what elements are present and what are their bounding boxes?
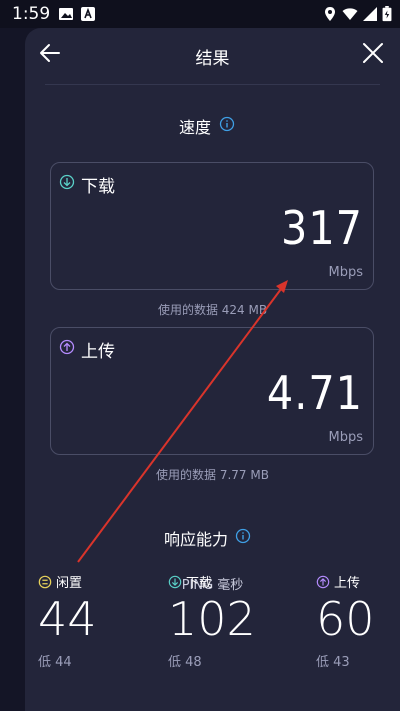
download-data-used: 使用的数据 424 MB <box>157 303 268 317</box>
ping-download-label: 下载 <box>186 576 213 591</box>
ping-idle: 闲置 44 低 44 <box>38 572 97 670</box>
close-icon[interactable] <box>360 40 386 66</box>
upload-icon <box>59 339 75 355</box>
location-icon <box>325 7 335 21</box>
wifi-icon <box>342 8 358 20</box>
idle-ping-low: 低 44 <box>38 655 72 670</box>
signal-icon <box>363 7 377 21</box>
speed-info-icon[interactable] <box>219 116 235 132</box>
download-label: 下载 <box>81 177 115 197</box>
status-time: 1:59 <box>12 4 51 24</box>
upload-ping-low: 低 43 <box>316 655 350 670</box>
upload-icon <box>316 575 330 588</box>
idle-label: 闲置 <box>56 576 83 591</box>
ping-upload: 上传 60 低 43 <box>316 572 375 670</box>
upload-data-used: 使用的数据 7.77 MB <box>156 468 269 482</box>
upload-speed-unit: Mbps <box>328 430 364 445</box>
upload-label: 上传 <box>81 342 115 362</box>
download-ping-low: 低 48 <box>168 655 202 670</box>
idle-icon <box>38 575 52 588</box>
download-speed-value: 317 <box>281 201 363 255</box>
speed-section-title: 速度 <box>179 118 212 137</box>
download-icon <box>168 575 182 588</box>
idle-ping-value: 44 <box>38 592 97 646</box>
ping-download: 下载 102 低 48 <box>168 572 256 670</box>
background-screen <box>0 28 25 711</box>
status-bar: 1:59 <box>0 0 400 28</box>
battery-icon <box>382 6 392 22</box>
download-speed-unit: Mbps <box>328 265 364 280</box>
image-icon <box>59 8 73 20</box>
ping-upload-label: 上传 <box>334 576 361 591</box>
responsiveness-section-title: 响应能力 <box>164 530 229 549</box>
upload-speed-value: 4.71 <box>266 366 363 420</box>
page-title: 结果 <box>195 49 230 69</box>
responsiveness-info-icon[interactable] <box>235 528 251 544</box>
download-icon <box>59 174 75 190</box>
app-notification-icon <box>81 7 95 21</box>
upload-speed-card: 上传 4.71 Mbps <box>50 327 374 455</box>
upload-ping-value: 60 <box>316 592 375 646</box>
header-divider <box>45 84 380 85</box>
download-ping-value: 102 <box>168 592 256 646</box>
download-speed-card: 下载 317 Mbps <box>50 162 374 290</box>
